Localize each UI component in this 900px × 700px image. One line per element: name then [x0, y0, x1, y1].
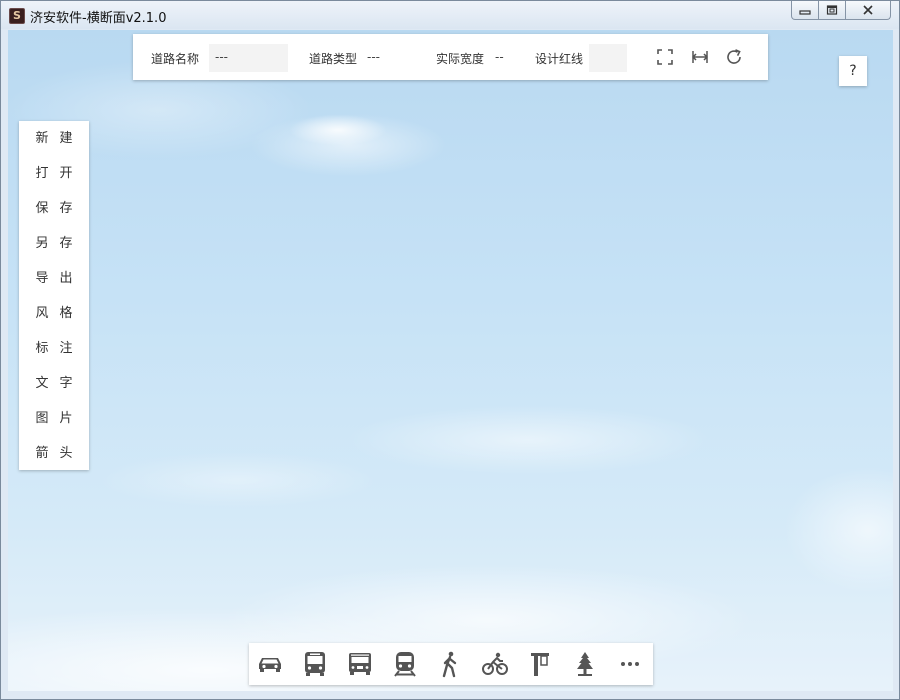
app-window: S 济安软件-横断面v2.1.0 道路名称 --- 道路类型 --- 实际宽度 …	[0, 0, 900, 700]
menu-item-style[interactable]: 风格	[19, 296, 89, 331]
tram-icon[interactable]	[346, 650, 374, 678]
street-sign-icon[interactable]	[526, 650, 554, 678]
menu-item-save-as[interactable]: 另存	[19, 226, 89, 261]
menu-item-text[interactable]: 文字	[19, 366, 89, 401]
train-icon[interactable]	[391, 650, 419, 678]
close-icon	[863, 5, 873, 15]
menu-item-image[interactable]: 图片	[19, 401, 89, 436]
road-name-label: 道路名称	[151, 52, 200, 66]
maximize-icon	[826, 5, 838, 15]
bicycle-icon[interactable]	[481, 650, 509, 678]
menu-item-arrow[interactable]: 箭头	[19, 436, 89, 471]
bus-icon[interactable]	[301, 650, 329, 678]
minimize-icon	[799, 10, 811, 15]
menu-item-annotation[interactable]: 标注	[19, 331, 89, 366]
road-type-value[interactable]: ---	[367, 50, 380, 64]
help-button[interactable]: ?	[839, 56, 867, 86]
window-controls	[791, 1, 891, 20]
refresh-icon[interactable]	[725, 48, 743, 66]
design-red-line-label: 设计红线	[535, 52, 584, 66]
tree-icon[interactable]	[571, 650, 599, 678]
fullscreen-icon[interactable]	[656, 48, 674, 66]
pedestrian-icon[interactable]	[436, 650, 464, 678]
minimize-button[interactable]	[791, 1, 819, 20]
road-name-value: ---	[215, 50, 228, 64]
app-logo-icon: S	[9, 8, 25, 24]
road-info-bar: 道路名称 --- 道路类型 --- 实际宽度 -- 设计红线	[133, 34, 768, 80]
title-bar[interactable]: S 济安软件-横断面v2.1.0	[1, 1, 899, 29]
window-title: 济安软件-横断面v2.1.0	[30, 11, 167, 26]
more-icon[interactable]	[616, 650, 644, 678]
fit-width-icon[interactable]	[691, 48, 709, 66]
menu-item-export[interactable]: 导出	[19, 261, 89, 296]
drawing-canvas[interactable]: 道路名称 --- 道路类型 --- 实际宽度 -- 设计红线 ? 新建 打开 保…	[8, 30, 893, 691]
actual-width-label: 实际宽度	[436, 52, 485, 66]
menu-item-open[interactable]: 打开	[19, 156, 89, 191]
element-toolbar	[249, 643, 653, 685]
road-type-label: 道路类型	[309, 52, 358, 66]
design-red-line-field[interactable]	[589, 44, 627, 72]
menu-item-new[interactable]: 新建	[19, 121, 89, 156]
maximize-button[interactable]	[818, 1, 846, 20]
actual-width-value: --	[495, 50, 504, 64]
close-button[interactable]	[845, 1, 891, 20]
side-menu: 新建 打开 保存 另存 导出 风格 标注 文字 图片 箭头	[19, 121, 89, 470]
menu-item-save[interactable]: 保存	[19, 191, 89, 226]
car-icon[interactable]	[256, 650, 284, 678]
